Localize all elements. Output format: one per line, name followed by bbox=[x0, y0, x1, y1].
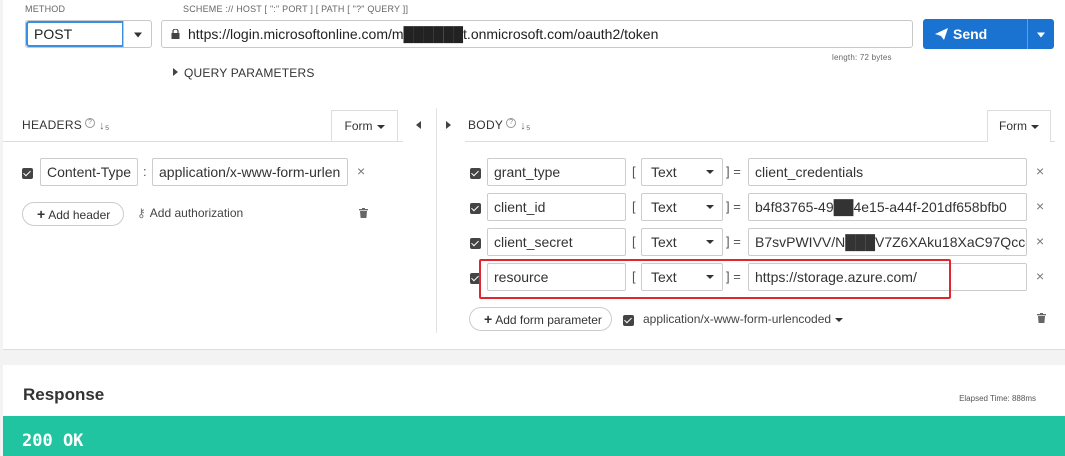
param-value-input[interactable]: b4f83765-49██4e15-a44f-201df658bfb0 bbox=[748, 193, 1027, 221]
collapse-left-icon[interactable] bbox=[416, 121, 421, 129]
body-divider bbox=[465, 141, 1055, 142]
chevron-right-icon bbox=[173, 68, 178, 76]
body-form-mode[interactable]: Form bbox=[987, 110, 1051, 142]
add-authorization-label: Add authorization bbox=[149, 206, 244, 220]
param-type-value: Text bbox=[651, 164, 677, 180]
request-panel: METHOD POST SCHEME :// HOST [ ":" PORT ]… bbox=[3, 0, 1065, 350]
param-value-input[interactable]: B7svPWIVV/N███V7Z6XAku18XaC97Qcc- bbox=[748, 228, 1027, 256]
param-type-select[interactable]: Text bbox=[641, 228, 723, 256]
remove-param-icon[interactable]: × bbox=[1036, 198, 1044, 214]
bracket-close-equals: ] = bbox=[726, 164, 741, 179]
body-row-checkbox[interactable] bbox=[470, 203, 481, 214]
param-name-input[interactable]: client_id bbox=[487, 193, 626, 221]
body-title: BODY? ↓₅ bbox=[468, 118, 531, 132]
chevron-down-icon bbox=[835, 317, 844, 322]
content-type-select[interactable]: application/x-www-form-urlencoded bbox=[643, 312, 844, 326]
lock-icon bbox=[171, 29, 180, 39]
header-row-checkbox[interactable] bbox=[22, 168, 33, 179]
send-button[interactable]: Send bbox=[923, 19, 1054, 49]
bracket-open: [ bbox=[632, 199, 636, 214]
headers-title-text: HEADERS bbox=[22, 118, 83, 132]
add-authorization-link[interactable]: ⚷ Add authorization bbox=[137, 206, 243, 220]
param-type-select[interactable]: Text bbox=[641, 193, 723, 221]
param-type-select[interactable]: Text bbox=[641, 158, 723, 186]
param-value-input[interactable]: client_credentials bbox=[748, 158, 1027, 186]
key-icon: ⚷ bbox=[137, 206, 146, 220]
elapsed-time: Elapsed Time: 888ms bbox=[959, 394, 1036, 403]
header-value-input[interactable]: application/x-www-form-urlen bbox=[152, 158, 348, 186]
sort-icon[interactable]: ↓₅ bbox=[520, 120, 531, 132]
chevron-down-icon bbox=[706, 205, 714, 209]
add-form-parameter-label: Add form parameter bbox=[495, 313, 602, 327]
remove-param-icon[interactable]: × bbox=[1036, 233, 1044, 249]
param-type-value: Text bbox=[651, 199, 677, 215]
remove-header-icon[interactable]: × bbox=[357, 163, 365, 179]
send-main[interactable]: Send bbox=[923, 19, 1027, 49]
send-dropdown-button[interactable] bbox=[1027, 19, 1054, 49]
url-value: https://login.microsoftonline.com/m█████… bbox=[188, 26, 659, 42]
colon-separator: : bbox=[143, 164, 147, 179]
method-select[interactable]: POST bbox=[25, 20, 152, 48]
response-title: Response bbox=[23, 385, 105, 404]
status-bar: 200 OK bbox=[3, 416, 1065, 456]
chevron-down-icon bbox=[133, 32, 142, 38]
add-header-button[interactable]: + Add header bbox=[22, 202, 124, 226]
remove-param-icon[interactable]: × bbox=[1036, 163, 1044, 179]
bracket-open: [ bbox=[632, 164, 636, 179]
plus-icon: + bbox=[484, 311, 493, 327]
body-row-checkbox[interactable] bbox=[470, 168, 481, 179]
help-icon[interactable]: ? bbox=[85, 118, 96, 128]
chevron-down-icon bbox=[1031, 124, 1039, 129]
headers-form-label: Form bbox=[344, 119, 373, 133]
collapse-right-icon[interactable] bbox=[446, 121, 451, 129]
url-length: length: 72 bytes bbox=[832, 53, 892, 62]
method-label: METHOD bbox=[25, 4, 66, 14]
body-row-checkbox[interactable] bbox=[470, 238, 481, 249]
remove-param-icon[interactable]: × bbox=[1036, 268, 1044, 284]
paper-plane-icon bbox=[935, 28, 948, 40]
header-name-input[interactable]: Content-Type bbox=[40, 158, 138, 186]
headers-form-mode[interactable]: Form bbox=[331, 110, 398, 142]
headers-title: HEADERS? ↓₅ bbox=[22, 118, 110, 132]
help-icon[interactable]: ? bbox=[506, 118, 517, 128]
headers-divider bbox=[3, 141, 403, 142]
bracket-open: [ bbox=[632, 234, 636, 249]
query-parameters-toggle[interactable]: QUERY PARAMETERS bbox=[173, 66, 315, 80]
content-type-checkbox[interactable] bbox=[623, 315, 634, 326]
sort-icon[interactable]: ↓₅ bbox=[99, 120, 110, 132]
param-name-input[interactable]: client_secret bbox=[487, 228, 626, 256]
content-type-value: application/x-www-form-urlencoded bbox=[643, 312, 832, 326]
trash-icon[interactable] bbox=[1037, 313, 1046, 323]
trash-icon[interactable] bbox=[359, 208, 368, 218]
send-label: Send bbox=[953, 26, 988, 42]
body-title-text: BODY bbox=[468, 118, 504, 132]
method-value[interactable]: POST bbox=[26, 21, 124, 47]
add-header-label: Add header bbox=[48, 208, 111, 222]
plus-icon: + bbox=[37, 206, 46, 222]
bracket-close-equals: ] = bbox=[726, 234, 741, 249]
chevron-down-icon bbox=[1037, 32, 1045, 38]
method-dropdown-button[interactable] bbox=[123, 21, 151, 47]
param-type-value: Text bbox=[651, 234, 677, 250]
chevron-down-icon bbox=[376, 124, 385, 129]
query-parameters-label: QUERY PARAMETERS bbox=[184, 66, 315, 80]
url-label: SCHEME :// HOST [ ":" PORT ] [ PATH [ "?… bbox=[183, 4, 409, 14]
resource-row-highlight bbox=[479, 259, 951, 299]
response-panel: Response Elapsed Time: 888ms 200 OK bbox=[3, 365, 1065, 456]
url-input[interactable]: https://login.microsoftonline.com/m█████… bbox=[161, 20, 913, 48]
panel-divider bbox=[436, 108, 437, 333]
param-name-input[interactable]: grant_type bbox=[487, 158, 626, 186]
add-form-parameter-button[interactable]: + Add form parameter bbox=[469, 307, 612, 331]
bracket-close-equals: ] = bbox=[726, 199, 741, 214]
chevron-down-icon bbox=[706, 240, 714, 244]
chevron-down-icon bbox=[706, 170, 714, 174]
body-form-label: Form bbox=[999, 119, 1027, 133]
